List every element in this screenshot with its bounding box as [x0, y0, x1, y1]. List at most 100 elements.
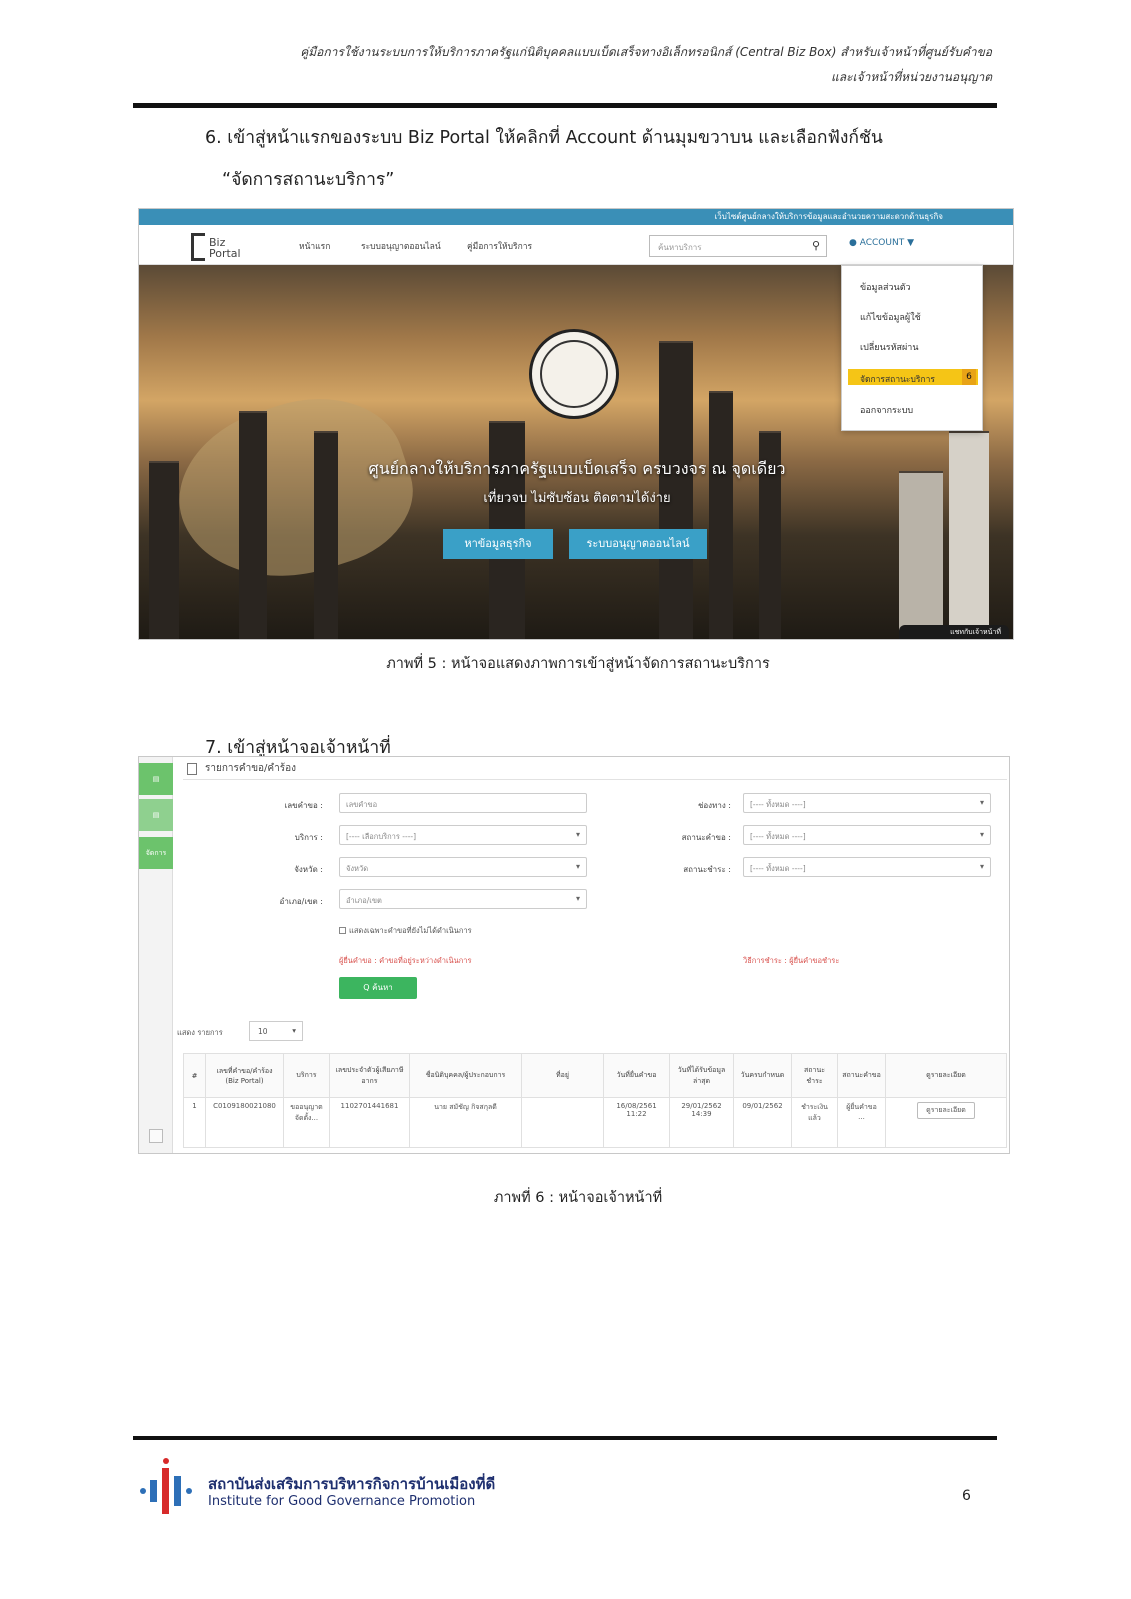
col-header[interactable]: วันที่ยื่นคำขอ	[603, 1053, 670, 1098]
building	[239, 411, 267, 639]
sidebar-item-manage[interactable]: จัดการ	[139, 837, 173, 869]
document-icon[interactable]: ▤	[139, 799, 173, 831]
district-select[interactable]: อำเภอ/เขต ▾	[339, 889, 587, 909]
nav-home[interactable]: หน้าแรก	[299, 239, 330, 253]
menu-logout[interactable]: ออกจากระบบ	[860, 403, 913, 417]
channel-select[interactable]: [---- ทั้งหมด ----] ▾	[743, 793, 991, 813]
biz-portal-logo[interactable]: Biz Portal	[191, 233, 257, 261]
officer-screen-screenshot: ▤ ▤ จัดการ รายการคำขอ/คำร้อง เลขคำขอ : เ…	[138, 756, 1010, 1154]
page-size-select[interactable]: 10 ▾	[249, 1021, 303, 1041]
col-header[interactable]: สถานะชำระ	[791, 1053, 838, 1098]
document-icon	[187, 763, 197, 775]
page-size-label: แสดง รายการ	[177, 1028, 223, 1037]
cell-index: 1	[183, 1097, 206, 1148]
pending-only-checkbox[interactable]: แสดงเฉพาะคำขอที่ยังไม่ได้ดำเนินการ	[339, 925, 472, 937]
payment-status-label: สถานะชำระ :	[683, 865, 731, 874]
col-header[interactable]: สถานะคำขอ	[837, 1053, 886, 1098]
table-row[interactable]: 1 C0109180021080 ขออนุญาตจัดตั้ง... 1102…	[183, 1097, 1007, 1148]
col-header[interactable]: เลขประจำตัวผู้เสียภาษีอากร	[329, 1053, 410, 1098]
detail-button[interactable]: ดูรายละเอียด	[917, 1102, 975, 1119]
step-6-subtext: “จัดการสถานะบริการ”	[222, 170, 395, 190]
hero-subtitle: เที่ยวจบ ไม่ซับซ้อน ติดตามได้ง่าย	[483, 491, 671, 506]
footer-org-thai: สถาบันส่งเสริมการบริหารกิจการบ้านเมืองที…	[208, 1475, 496, 1493]
col-header[interactable]: ที่อยู่	[521, 1053, 604, 1098]
hero-title: ศูนย์กลางให้บริการภาครัฐแบบเบ็ดเสร็จ ครบ…	[368, 459, 786, 478]
menu-profile[interactable]: ข้อมูลส่วนตัว	[860, 280, 911, 294]
request-status-label: สถานะคำขอ :	[681, 833, 731, 842]
col-header[interactable]: ชื่อนิติบุคคล/ผู้ประกอบการ	[409, 1053, 522, 1098]
account-dropdown: ข้อมูลส่วนตัว แก้ไขข้อมูลผู้ใช้ เปลี่ยนร…	[841, 265, 983, 431]
col-header[interactable]: วันครบกำหนด	[733, 1053, 792, 1098]
account-menu[interactable]: ● ACCOUNT ▼	[849, 238, 914, 248]
checkbox-icon[interactable]	[339, 927, 346, 934]
nav-online-permit[interactable]: ระบบอนุญาตออนไลน์	[361, 239, 441, 253]
payment-status-select[interactable]: [---- ทั้งหมด ----] ▾	[743, 857, 991, 877]
step-6-text: 6. เข้าสู่หน้าแรกของระบบ Biz Portal ให้ค…	[205, 128, 883, 148]
search-icon[interactable]: ⚲	[812, 239, 820, 252]
cell-request-no: C0109180021080	[205, 1097, 284, 1148]
province-select[interactable]: จังหวัด ▾	[339, 857, 587, 877]
col-header[interactable]: บริการ	[283, 1053, 330, 1098]
search-button[interactable]: Q ค้นหา	[339, 977, 417, 999]
request-status-select[interactable]: [---- ทั้งหมด ----] ▾	[743, 825, 991, 845]
channel-label: ช่องทาง :	[697, 801, 731, 810]
cell-payment-status: ชำระเงินแล้ว	[791, 1097, 838, 1148]
collapse-icon[interactable]	[149, 1129, 163, 1143]
header-rule	[133, 103, 997, 108]
chevron-down-icon: ▾	[575, 894, 580, 903]
footer-rule	[133, 1436, 997, 1440]
col-header[interactable]: ดูรายละเอียด	[885, 1053, 1007, 1098]
government-seal-icon	[529, 329, 619, 419]
nav-service-guide[interactable]: คู่มือการให้บริการ	[467, 239, 532, 253]
institute-logo	[138, 1458, 202, 1522]
step-number-badge: 6	[962, 369, 976, 385]
page-size-value: 10	[258, 1027, 268, 1036]
sidebar: ▤ ▤ จัดการ	[139, 757, 173, 1153]
running-header-line1: คู่มือการใช้งานระบบการให้บริการภาครัฐแก่…	[300, 45, 992, 59]
find-business-info-button[interactable]: หาข้อมูลธุรกิจ	[443, 529, 553, 559]
figure-6-caption: ภาพที่ 6 : หน้าจอเจ้าหน้าที่	[493, 1190, 663, 1206]
footer-org-english: Institute for Good Governance Promotion	[208, 1494, 476, 1509]
menu-edit-user[interactable]: แก้ไขข้อมูลผู้ใช้	[860, 310, 921, 324]
biz-portal-screenshot: เว็บไซต์ศูนย์กลางให้บริการข้อมูลและอำนวย…	[138, 208, 1014, 640]
col-header[interactable]: #	[183, 1053, 206, 1098]
request-table: # เลขที่คำขอ/คำร้อง (Biz Portal) บริการ …	[183, 1053, 1007, 1148]
cell-tax-id: 1102701441681	[329, 1097, 410, 1148]
note-right: วิธีการชำระ : ผู้ยื่นคำขอชำระ	[743, 956, 840, 965]
request-no-label: เลขคำขอ :	[284, 801, 323, 810]
service-select[interactable]: [---- เลือกบริการ ----] ▾	[339, 825, 587, 845]
document-icon[interactable]: ▤	[139, 763, 173, 795]
col-header[interactable]: วันที่ได้รับข้อมูลล่าสุด	[669, 1053, 734, 1098]
district-label: อำเภอ/เขต :	[279, 897, 323, 906]
running-header-line2: และเจ้าหน้าที่หน่วยงานอนุญาต	[830, 70, 992, 84]
divider	[183, 779, 1007, 780]
request-no-input[interactable]: เลขคำขอ	[339, 793, 587, 813]
note-left: ผู้ยื่นคำขอ : คำขอที่อยู่ระหว่างดำเนินกา…	[339, 956, 472, 965]
online-permit-button[interactable]: ระบบอนุญาตออนไลน์	[569, 529, 707, 559]
col-header[interactable]: เลขที่คำขอ/คำร้อง (Biz Portal)	[205, 1053, 284, 1098]
province-label: จังหวัด :	[294, 865, 323, 874]
page-title: รายการคำขอ/คำร้อง	[205, 763, 296, 774]
running-header: คู่มือการใช้งานระบบการให้บริการภาครัฐแก่…	[140, 40, 992, 90]
province-select-value: จังหวัด	[346, 864, 369, 873]
cell-address	[521, 1097, 604, 1148]
menu-change-password[interactable]: เปลี่ยนรหัสผ่าน	[860, 340, 918, 354]
cell-service: ขออนุญาตจัดตั้ง...	[283, 1097, 330, 1148]
table-header-row: # เลขที่คำขอ/คำร้อง (Biz Portal) บริการ …	[183, 1053, 1007, 1098]
payment-status-value: [---- ทั้งหมด ----]	[750, 864, 806, 873]
cell-due-date: 09/01/2562	[733, 1097, 792, 1148]
logo-mark-icon	[191, 233, 205, 261]
user-icon: ●	[849, 238, 857, 248]
district-select-value: อำเภอ/เขต	[346, 896, 382, 905]
logo-line2: Portal	[209, 247, 241, 260]
search-input[interactable]: ค้นหาบริการ ⚲	[649, 235, 827, 257]
cell-request-status: ผู้ยื่นคำขอ ...	[837, 1097, 886, 1148]
service-select-value: [---- เลือกบริการ ----]	[346, 832, 417, 841]
request-status-value: [---- ทั้งหมด ----]	[750, 832, 806, 841]
manage-service-status-label: จัดการสถานะบริการ	[860, 375, 935, 385]
chat-button[interactable]: แชทกับเจ้าหน้าที่	[899, 625, 1009, 639]
menu-manage-service-status[interactable]: จัดการสถานะบริการ 6	[848, 369, 978, 385]
portal-navbar: Biz Portal หน้าแรก ระบบอนุญาตออนไลน์ คู่…	[139, 225, 1013, 265]
channel-select-value: [---- ทั้งหมด ----]	[750, 800, 806, 809]
page-number: 6	[962, 1488, 971, 1504]
